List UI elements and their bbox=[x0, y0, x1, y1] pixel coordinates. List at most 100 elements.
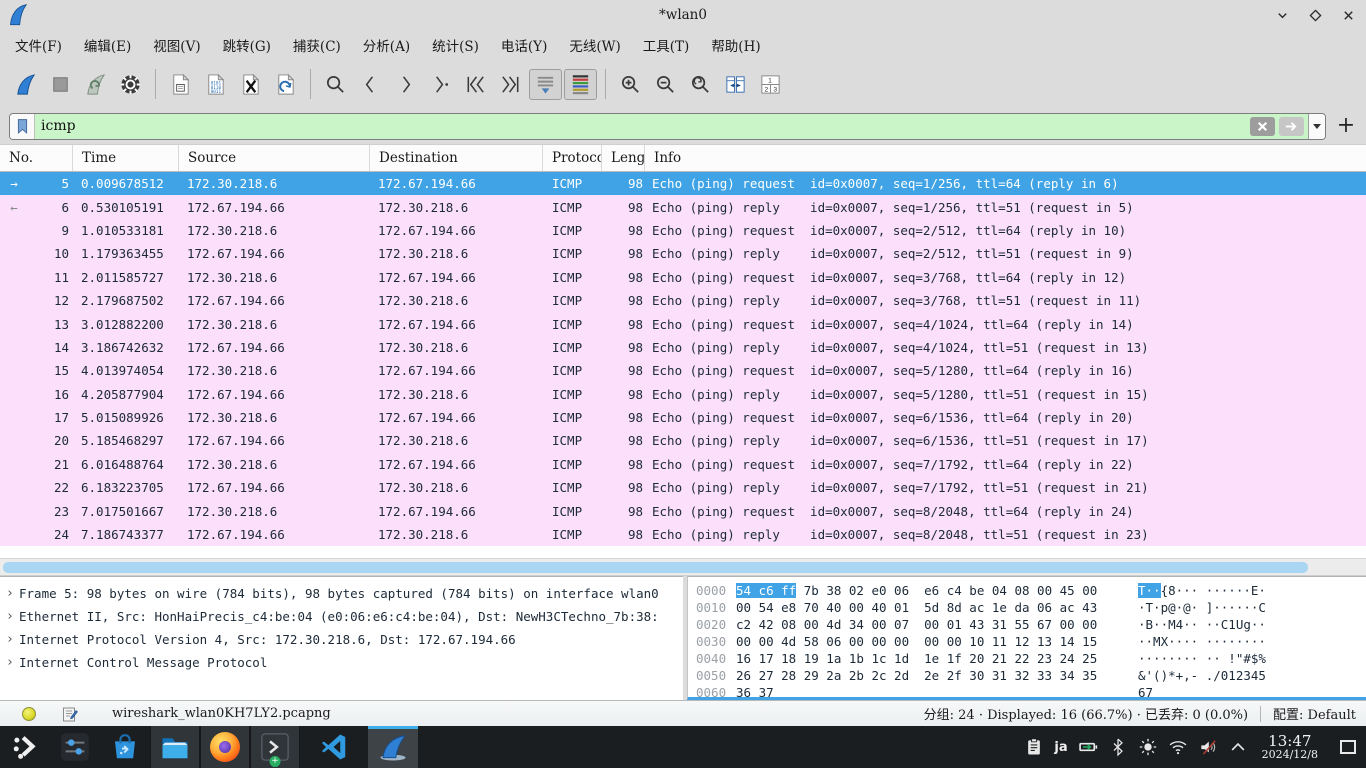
expand-chevron-icon[interactable]: › bbox=[6, 632, 19, 647]
filter-apply-icon[interactable] bbox=[1279, 117, 1304, 136]
hex-row-0040[interactable]: 004016 17 18 19 1a 1b 1c 1d 1e 1f 20 21 … bbox=[688, 650, 1366, 667]
toolbar-go-to-packet-icon[interactable] bbox=[424, 69, 457, 100]
ascii-bytes[interactable]: ··MX···· ········ bbox=[1138, 633, 1266, 650]
packet-row-23[interactable]: 237.017501667172.30.218.6172.67.194.66IC… bbox=[0, 499, 1366, 522]
packet-row-21[interactable]: 216.016488764172.30.218.6172.67.194.66IC… bbox=[0, 453, 1366, 476]
ascii-bytes[interactable]: &'()*+,- ./012345 bbox=[1138, 667, 1266, 684]
packet-row-17[interactable]: 175.015089926172.30.218.6172.67.194.66IC… bbox=[0, 406, 1366, 429]
clipboard-icon[interactable] bbox=[1024, 737, 1044, 757]
brightness-icon[interactable] bbox=[1138, 737, 1158, 757]
ascii-bytes[interactable]: ········ ·· !"#$% bbox=[1138, 650, 1266, 667]
menu-go[interactable]: 跳转(G) bbox=[212, 35, 282, 55]
packet-row-5[interactable]: →50.009678512172.30.218.6172.67.194.66IC… bbox=[0, 172, 1366, 195]
toolbar-zoom-in-icon[interactable] bbox=[614, 69, 647, 100]
close-icon[interactable] bbox=[1341, 8, 1356, 23]
show-desktop-button[interactable] bbox=[1340, 740, 1356, 754]
clock[interactable]: 13:47 2024/12/8 bbox=[1262, 733, 1318, 762]
packet-row-11[interactable]: 112.011585727172.30.218.6172.67.194.66IC… bbox=[0, 266, 1366, 289]
hex-bytes[interactable]: 36 37 bbox=[736, 684, 1114, 700]
packet-row-10[interactable]: 101.179363455172.67.194.66172.30.218.6IC… bbox=[0, 242, 1366, 265]
toolbar-open-file-icon[interactable] bbox=[164, 69, 197, 100]
column-header-protocol[interactable]: Protocol bbox=[543, 145, 602, 171]
menu-wireless[interactable]: 无线(W) bbox=[558, 35, 631, 55]
toolbar-save-file-icon[interactable]: 010101100011 bbox=[199, 69, 232, 100]
toolbar-zoom-reset-icon[interactable] bbox=[684, 69, 717, 100]
menu-tools[interactable]: 工具(T) bbox=[632, 35, 701, 55]
toolbar-colorize-icon[interactable] bbox=[564, 69, 597, 100]
column-header-destination[interactable]: Destination bbox=[370, 145, 543, 171]
hex-bytes[interactable]: c2 42 08 00 4d 34 00 07 00 01 43 31 55 6… bbox=[736, 616, 1114, 633]
packet-row-20[interactable]: 205.185468297172.67.194.66172.30.218.6IC… bbox=[0, 429, 1366, 452]
hex-bytes[interactable]: 54 c6 ff 7b 38 02 e0 06 e6 c4 be 04 08 0… bbox=[736, 582, 1114, 599]
column-header-length[interactable]: Length bbox=[602, 145, 645, 171]
volume-muted-icon[interactable] bbox=[1198, 737, 1218, 757]
column-header-info[interactable]: Info bbox=[645, 145, 1366, 171]
ascii-bytes[interactable]: ·T·p@·@· ]······C bbox=[1138, 599, 1266, 616]
capture-comment-icon[interactable] bbox=[62, 706, 78, 722]
toolbar-stop-capture-icon[interactable] bbox=[44, 69, 77, 100]
toolbar-go-forward-icon[interactable] bbox=[389, 69, 422, 100]
packet-row-14[interactable]: 143.186742632172.67.194.66172.30.218.6IC… bbox=[0, 336, 1366, 359]
hex-row-0060[interactable]: 006036 3767 bbox=[688, 684, 1366, 700]
filter-dropdown-icon[interactable] bbox=[1308, 114, 1325, 139]
expand-chevron-icon[interactable]: › bbox=[6, 586, 19, 601]
detail-line-3[interactable]: ›Internet Control Message Protocol bbox=[0, 651, 683, 674]
detail-line-2[interactable]: ›Internet Protocol Version 4, Src: 172.3… bbox=[0, 628, 683, 651]
hex-bytes[interactable]: 16 17 18 19 1a 1b 1c 1d 1e 1f 20 21 22 2… bbox=[736, 650, 1114, 667]
column-header-source[interactable]: Source bbox=[179, 145, 370, 171]
toolbar-zoom-out-icon[interactable] bbox=[649, 69, 682, 100]
packet-row-15[interactable]: 154.013974054172.30.218.6172.67.194.66IC… bbox=[0, 359, 1366, 382]
filter-clear-icon[interactable] bbox=[1250, 117, 1275, 136]
toolbar-start-capture-icon[interactable] bbox=[9, 69, 42, 100]
packet-row-6[interactable]: ←60.530105191172.67.194.66172.30.218.6IC… bbox=[0, 195, 1366, 218]
display-filter-input[interactable] bbox=[35, 117, 1250, 135]
hex-row-0030[interactable]: 003000 00 4d 58 06 00 00 00 00 00 10 11 … bbox=[688, 633, 1366, 650]
wireshark-task-icon[interactable] bbox=[368, 726, 418, 768]
firefox-icon[interactable] bbox=[200, 726, 250, 768]
column-header-time[interactable]: Time bbox=[73, 145, 179, 171]
system-settings-icon[interactable] bbox=[50, 726, 100, 768]
menu-capture[interactable]: 捕获(C) bbox=[282, 35, 352, 55]
packet-row-16[interactable]: 164.205877904172.67.194.66172.30.218.6IC… bbox=[0, 383, 1366, 406]
expand-chevron-icon[interactable]: › bbox=[6, 609, 19, 624]
toolbar-columns-123-icon[interactable]: 123 bbox=[754, 69, 787, 100]
packet-row-9[interactable]: 91.010533181172.30.218.6172.67.194.66ICM… bbox=[0, 219, 1366, 242]
toolbar-close-file-icon[interactable] bbox=[234, 69, 267, 100]
ascii-bytes[interactable]: 67 bbox=[1138, 684, 1153, 700]
discover-icon[interactable] bbox=[100, 726, 150, 768]
column-header-no[interactable]: No. bbox=[0, 145, 73, 171]
toolbar-restart-capture-icon[interactable] bbox=[79, 69, 112, 100]
hex-bytes[interactable]: 00 00 4d 58 06 00 00 00 00 00 10 11 12 1… bbox=[736, 633, 1114, 650]
menu-file[interactable]: 文件(F) bbox=[4, 35, 73, 55]
packet-row-12[interactable]: 122.179687502172.67.194.66172.30.218.6IC… bbox=[0, 289, 1366, 312]
file-manager-icon[interactable] bbox=[150, 726, 200, 768]
hex-row-0020[interactable]: 0020c2 42 08 00 4d 34 00 07 00 01 43 31 … bbox=[688, 616, 1366, 633]
menu-view[interactable]: 视图(V) bbox=[142, 35, 211, 55]
toolbar-capture-options-icon[interactable] bbox=[114, 69, 147, 100]
terminal-icon[interactable]: + bbox=[250, 726, 300, 768]
hex-row-0000[interactable]: 000054 c6 ff 7b 38 02 e0 06 e6 c4 be 04 … bbox=[688, 582, 1366, 599]
hex-bytes[interactable]: 26 27 28 29 2a 2b 2c 2d 2e 2f 30 31 32 3… bbox=[736, 667, 1114, 684]
filter-add-button[interactable]: + bbox=[1335, 115, 1357, 137]
wifi-icon[interactable] bbox=[1168, 737, 1188, 757]
ascii-bytes[interactable]: T··{8··· ······E· bbox=[1138, 582, 1266, 599]
menu-analyze[interactable]: 分析(A) bbox=[352, 35, 421, 55]
toolbar-first-packet-icon[interactable] bbox=[459, 69, 492, 100]
tray-expand-icon[interactable] bbox=[1228, 737, 1248, 757]
filter-bookmark-icon[interactable] bbox=[10, 114, 35, 139]
toolbar-last-packet-icon[interactable] bbox=[494, 69, 527, 100]
hex-row-0010[interactable]: 001000 54 e8 70 40 00 40 01 5d 8d ac 1e … bbox=[688, 599, 1366, 616]
scrollbar-handle[interactable] bbox=[3, 562, 1308, 573]
menu-telephony[interactable]: 电话(Y) bbox=[490, 35, 558, 55]
hex-row-0050[interactable]: 005026 27 28 29 2a 2b 2c 2d 2e 2f 30 31 … bbox=[688, 667, 1366, 684]
minimize-icon[interactable] bbox=[1275, 8, 1290, 23]
menu-edit[interactable]: 编辑(E) bbox=[73, 35, 142, 55]
ascii-bytes[interactable]: ·B··M4·· ··C1Ug·· bbox=[1138, 616, 1266, 633]
toolbar-find-packet-icon[interactable] bbox=[319, 69, 352, 100]
app-launcher-icon[interactable] bbox=[0, 726, 50, 768]
packet-row-24[interactable]: 247.186743377172.67.194.66172.30.218.6IC… bbox=[0, 523, 1366, 546]
toolbar-resize-columns-icon[interactable] bbox=[719, 69, 752, 100]
maximize-icon[interactable] bbox=[1308, 8, 1323, 23]
keyboard-layout-indicator[interactable]: ja bbox=[1054, 740, 1067, 755]
vscode-icon[interactable] bbox=[309, 726, 359, 768]
